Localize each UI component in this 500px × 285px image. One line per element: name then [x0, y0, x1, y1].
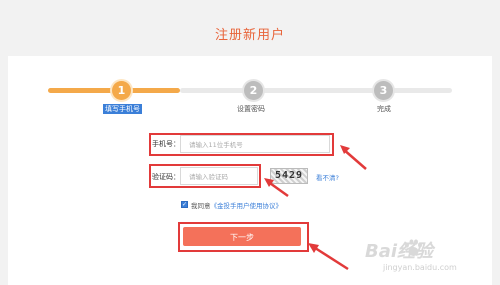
annotation-arrow-code: [264, 178, 289, 198]
page-title: 注册新用户: [214, 28, 285, 43]
agree-checkbox[interactable]: ✓: [181, 201, 188, 208]
annotation-arrow-button: [308, 243, 349, 271]
baidu-jingyan-watermark: Bai经验 jingyan.baidu.com: [365, 237, 495, 281]
step-2-circle: 2: [244, 81, 263, 100]
annotation-arrow-phone: [340, 145, 367, 170]
button-highlight-box: [178, 222, 309, 252]
step-3-label: 完成: [377, 105, 391, 113]
agreement-text: 我同意《金投手用户使用协议》: [191, 200, 282, 210]
phone-highlight-box: [149, 133, 334, 156]
agreement-link[interactable]: 《金投手用户使用协议》: [211, 202, 283, 210]
agree-prefix: 我同意: [191, 202, 211, 210]
step-1-circle: 1: [112, 81, 131, 100]
step-1-label: 填写手机号: [103, 104, 142, 114]
baidu-paw-icon: [405, 239, 422, 256]
progress-track-remaining: [180, 88, 452, 93]
step-2-label: 设置密码: [237, 105, 265, 113]
refresh-captcha-link[interactable]: 看不清?: [316, 172, 339, 182]
watermark-url: jingyan.baidu.com: [383, 263, 457, 272]
code-highlight-box: [149, 164, 261, 188]
step-3-circle: 3: [374, 81, 393, 100]
